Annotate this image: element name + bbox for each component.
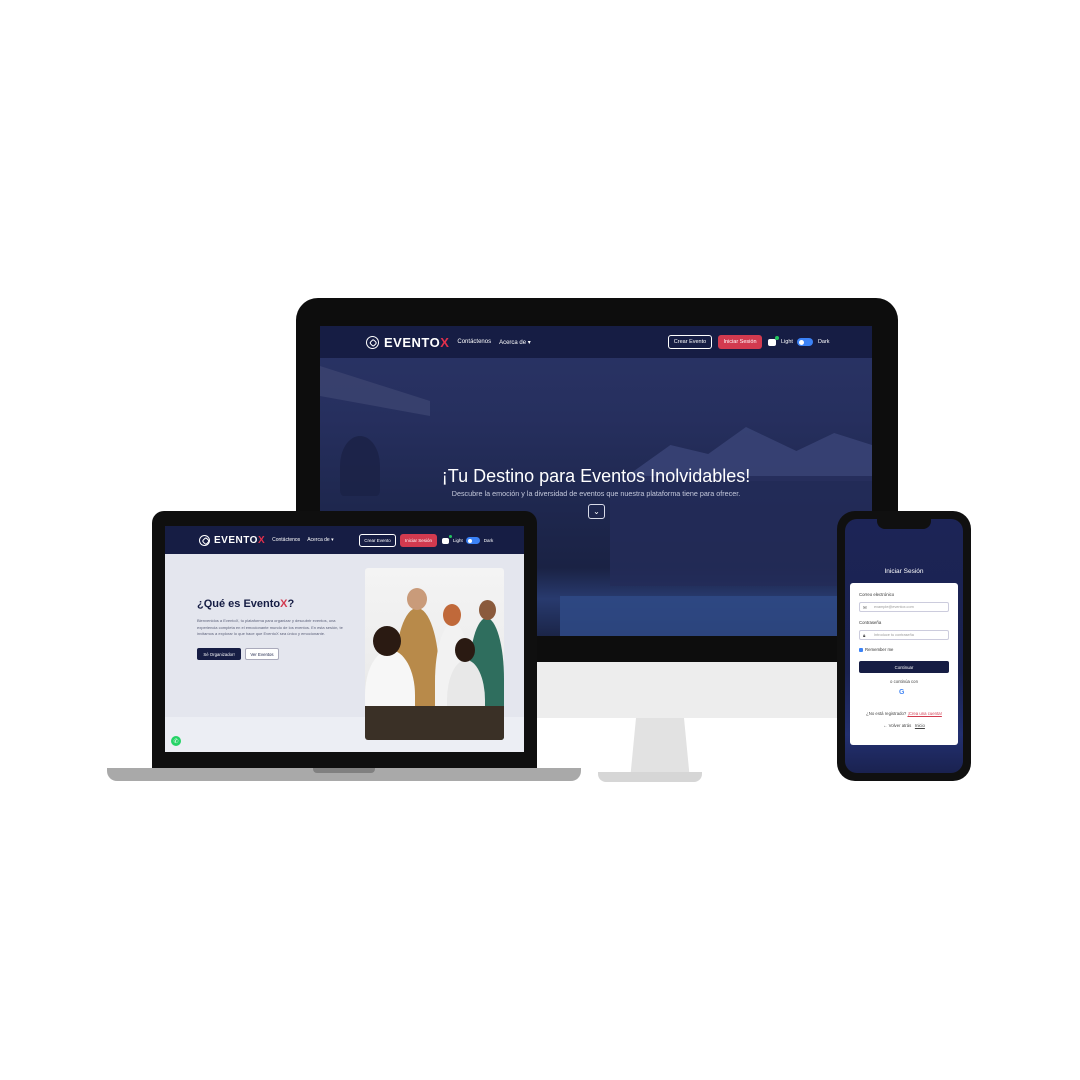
photo-desk bbox=[365, 706, 504, 740]
remember-label: Remember me bbox=[865, 647, 894, 652]
monitor-stand-base bbox=[598, 772, 702, 782]
theme-dark-label: Dark bbox=[483, 538, 494, 543]
password-field[interactable]: 🔒︎ Introduce tu contraseña bbox=[859, 630, 949, 640]
organizer-button[interactable]: Sé Organizador! bbox=[197, 648, 241, 660]
smartphone: Iniciar Sesión Correo electrónico ✉ exam… bbox=[837, 511, 971, 781]
cart-icon[interactable] bbox=[768, 335, 779, 346]
hero-background-umbrella bbox=[320, 366, 430, 416]
view-events-button[interactable]: Ver Eventos bbox=[245, 648, 279, 660]
about-heading-end: ? bbox=[287, 598, 295, 610]
create-account-link[interactable]: ¡Crea una cuenta! bbox=[907, 711, 941, 716]
theme-toggle[interactable] bbox=[465, 537, 480, 544]
nav-contact-link[interactable]: Contáctenos bbox=[457, 339, 491, 345]
logo-x: X bbox=[440, 334, 450, 350]
nav-contact-link[interactable]: Contáctenos bbox=[272, 537, 300, 543]
back-link[interactable]: ← Volver atrás bbox=[883, 723, 911, 728]
hero-subtitle: Descubre la emoción y la diversidad de e… bbox=[451, 489, 741, 498]
logo-icon bbox=[366, 335, 379, 349]
laptop-navbar: EVENTO X Contáctenos Acerca de ▾ Crear Ev… bbox=[165, 526, 524, 554]
brand-logo[interactable]: EVENTO X bbox=[366, 335, 449, 350]
or-continue-text: o continúa con bbox=[890, 679, 918, 684]
chevron-down-icon[interactable]: ⌄ bbox=[588, 504, 605, 519]
theme-toggle[interactable] bbox=[796, 338, 813, 346]
password-placeholder: Introduce tu contraseña bbox=[874, 633, 914, 637]
remember-checkbox[interactable] bbox=[859, 648, 863, 652]
login-button[interactable]: Iniciar Sesión bbox=[400, 534, 437, 547]
photo-head bbox=[455, 638, 475, 662]
photo-head bbox=[479, 600, 496, 620]
laptop-screen: EVENTO X Contáctenos Acerca de ▾ Crear Ev… bbox=[165, 526, 524, 752]
about-heading-text: ¿Qué es Evento bbox=[197, 598, 281, 610]
logo-icon bbox=[199, 534, 210, 546]
nav-actions: Crear Evento Iniciar Sesión Light Dark bbox=[668, 335, 830, 349]
create-event-button[interactable]: Crear Evento bbox=[359, 534, 396, 547]
about-paragraph: Bienvenidos a EventoX, tu plataforma par… bbox=[197, 618, 343, 636]
theme-dark-label: Dark bbox=[817, 339, 830, 345]
photo-head bbox=[407, 588, 427, 610]
theme-light-label: Light bbox=[453, 538, 463, 543]
photo-head bbox=[443, 604, 461, 626]
hero-title: ¡Tu Destino para Eventos Inolvidables! bbox=[441, 466, 751, 486]
email-field[interactable]: ✉ example@eventox.com bbox=[859, 602, 949, 612]
logo-text: EVENTO bbox=[214, 534, 258, 546]
about-heading: ¿Qué es EventoX? bbox=[197, 598, 294, 610]
password-label: Contraseña bbox=[859, 620, 882, 625]
desktop-navbar: EVENTO X Contáctenos Acerca de ▾ Crear Ev… bbox=[320, 326, 872, 358]
laptop-notch bbox=[313, 768, 375, 773]
create-event-button[interactable]: Crear Evento bbox=[668, 335, 712, 349]
logo-x: X bbox=[257, 534, 266, 546]
email-label: Correo electrónico bbox=[859, 592, 895, 597]
team-photo bbox=[365, 568, 504, 740]
continue-button[interactable]: Continuar bbox=[859, 661, 949, 673]
lock-icon: 🔒︎ bbox=[863, 633, 866, 638]
back-links: ← Volver atrás Inicio bbox=[850, 723, 958, 728]
cart-icon[interactable] bbox=[442, 534, 452, 544]
register-prompt: ¿No está registrado? ¡Crea una cuenta! bbox=[850, 711, 958, 716]
theme-light-label: Light bbox=[781, 339, 793, 345]
monitor-stand bbox=[630, 718, 690, 780]
nav-about-dropdown[interactable]: Acerca de ▾ bbox=[499, 339, 531, 346]
laptop: EVENTO X Contáctenos Acerca de ▾ Crear Ev… bbox=[152, 511, 537, 769]
no-account-text: ¿No está registrado? bbox=[866, 711, 907, 716]
login-card: Correo electrónico ✉ example@eventox.com… bbox=[850, 583, 958, 745]
logo-text: EVENTO bbox=[384, 334, 441, 350]
login-button[interactable]: Iniciar Sesión bbox=[718, 335, 762, 349]
email-placeholder: example@eventox.com bbox=[874, 605, 914, 609]
google-icon[interactable]: G bbox=[899, 689, 904, 696]
nav-actions: Crear Evento Iniciar Sesión Light Dark bbox=[359, 534, 493, 547]
login-title: Iniciar Sesión bbox=[884, 568, 924, 575]
whatsapp-icon[interactable]: ✆ bbox=[171, 736, 181, 746]
photo-head bbox=[373, 626, 401, 656]
device-mockup-composition: EVENTO X Contáctenos Acerca de ▾ Crear Ev… bbox=[0, 0, 1080, 1080]
mail-icon: ✉ bbox=[863, 605, 867, 610]
phone-notch bbox=[877, 519, 931, 529]
brand-logo[interactable]: EVENTO X bbox=[199, 534, 266, 546]
hero-background-pool bbox=[560, 596, 872, 636]
home-link[interactable]: Inicio bbox=[915, 723, 925, 728]
nav-about-dropdown[interactable]: Acerca de ▾ bbox=[307, 537, 333, 543]
phone-screen: Iniciar Sesión Correo electrónico ✉ exam… bbox=[845, 519, 963, 773]
